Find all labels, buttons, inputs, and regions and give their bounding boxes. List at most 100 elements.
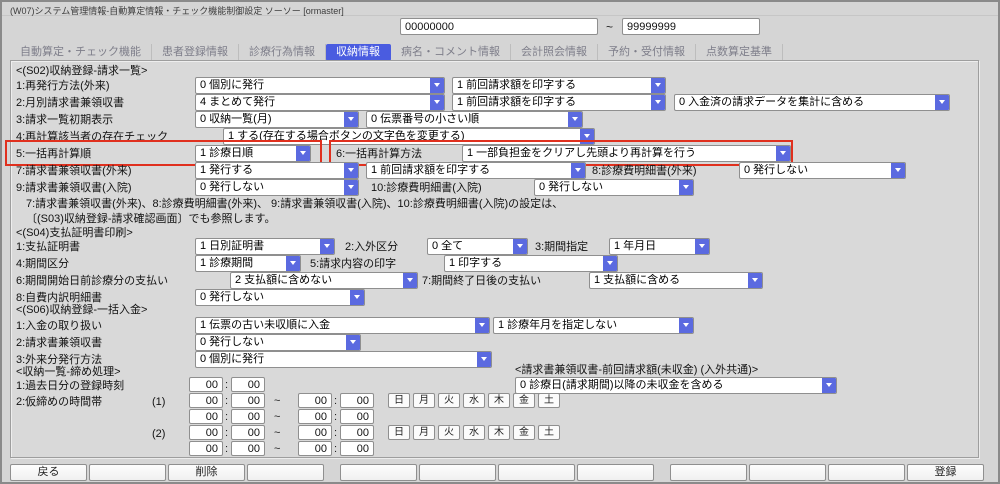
footer-button-blank[interactable] [247, 464, 324, 481]
combo-invoice-inpatient[interactable]: 0 発行しない [195, 179, 359, 196]
combo-reissue-print-prev[interactable]: 1 前回請求額を印字する [452, 77, 666, 94]
time-input-mm[interactable] [340, 393, 374, 408]
label-s04-4: 4:期間区分 [16, 257, 69, 272]
combo-include-paid-data[interactable]: 0 入金済の請求データを集計に含める [674, 94, 950, 111]
combo-period-class[interactable]: 1 診療期間 [195, 255, 301, 272]
label-s04-6: 6:期間開始日前診療分の支払い [16, 274, 168, 289]
day-button-thu[interactable]: 木 [488, 425, 510, 440]
combo-value: 1 前回請求額を印字する [457, 79, 648, 92]
time-input-mm[interactable] [231, 441, 265, 456]
section-title-closing: <収納一覧-締め処理> [16, 365, 121, 380]
day-button-wed[interactable]: 水 [463, 425, 485, 440]
footer-button-blank[interactable] [577, 464, 654, 481]
combo-value: 1 前回請求額を印字する [371, 164, 568, 177]
combo-payment-before-start[interactable]: 2 支払額に含めない [230, 272, 418, 289]
register-button[interactable]: 登録 [907, 464, 984, 481]
time-input-mm[interactable] [231, 425, 265, 440]
combo-monthly-print-prev[interactable]: 1 前回請求額を印字する [452, 94, 666, 111]
tab-medical-act[interactable]: 診療行為情報 [239, 44, 326, 61]
combo-value: 0 収納一覧(月) [200, 113, 341, 126]
day-button-tue[interactable]: 火 [438, 393, 460, 408]
time-input-mm[interactable] [231, 409, 265, 424]
combo-slip-order[interactable]: 0 伝票番号の小さい順 [366, 111, 583, 128]
tab-disease-comment[interactable]: 病名・コメント情報 [391, 44, 511, 61]
time-input-mm[interactable] [340, 425, 374, 440]
time-input-hh[interactable] [189, 425, 223, 440]
combo-outpatient-issue-method[interactable]: 0 個別に発行 [195, 351, 492, 368]
footer-button-blank[interactable] [749, 464, 826, 481]
time-input-mm[interactable] [340, 441, 374, 456]
chevron-down-icon [344, 179, 359, 196]
range-tilde: ~ [274, 443, 280, 455]
label-s02-9: 9:請求書兼領収書(入院) [16, 181, 132, 196]
time-input-mm[interactable] [231, 377, 265, 392]
footer-button-blank[interactable] [828, 464, 905, 481]
combo-self-pay-detail[interactable]: 0 発行しない [195, 289, 365, 306]
combo-invoice-outpatient[interactable]: 1 発行する [195, 162, 359, 179]
day-button-thu[interactable]: 木 [488, 393, 510, 408]
combo-s06-invoice[interactable]: 0 発行しない [195, 334, 361, 351]
time-colon: : [225, 427, 228, 439]
combo-batch-recalc-order[interactable]: 1 診療日順 [195, 145, 311, 162]
combo-payment-cert[interactable]: 1 日別証明書 [195, 238, 335, 255]
tab-reservation[interactable]: 予約・受付情報 [598, 44, 696, 61]
combo-deposit-handling[interactable]: 1 伝票の古い未収順に入金 [195, 317, 490, 334]
chevron-down-icon [571, 162, 586, 179]
time-input-hh[interactable] [189, 377, 223, 392]
time-input-hh[interactable] [189, 441, 223, 456]
day-button-mon[interactable]: 月 [413, 425, 435, 440]
label-s02-6: 6:一括再計算方法 [336, 147, 422, 162]
delete-button[interactable]: 削除 [168, 464, 245, 481]
day-button-wed[interactable]: 水 [463, 393, 485, 408]
combo-period-spec[interactable]: 1 年月日 [609, 238, 710, 255]
day-button-sun[interactable]: 日 [388, 393, 410, 408]
combo-payment-after-end[interactable]: 1 支払額に含める [589, 272, 763, 289]
day-button-sat[interactable]: 土 [538, 393, 560, 408]
chevron-down-icon [679, 317, 694, 334]
tab-patient-reg[interactable]: 患者登録情報 [152, 44, 239, 61]
combo-value: 0 発行しない [200, 291, 347, 304]
day-button-fri[interactable]: 金 [513, 425, 535, 440]
time-input-hh[interactable] [298, 441, 332, 456]
combo-detail-outpatient[interactable]: 0 発行しない [739, 162, 906, 179]
combo-inout-class[interactable]: 0 全て [427, 238, 528, 255]
day-button-tue[interactable]: 火 [438, 425, 460, 440]
tab-account-inquiry[interactable]: 会計照会情報 [511, 44, 598, 61]
day-button-fri[interactable]: 金 [513, 393, 535, 408]
time-input-hh[interactable] [298, 393, 332, 408]
footer-button-blank[interactable] [419, 464, 496, 481]
back-button[interactable]: 戻る [10, 464, 87, 481]
section-title-prev-claim: <請求書兼領収書-前回請求額(未収金) (入外共通)> [515, 363, 758, 378]
tab-payment-info[interactable]: 収納情報 [326, 44, 391, 61]
range-from-input[interactable] [400, 18, 598, 35]
time-input-mm[interactable] [231, 393, 265, 408]
tab-auto-calc[interactable]: 自動算定・チェック機能 [10, 44, 152, 61]
footer-button-blank[interactable] [670, 464, 747, 481]
chevron-down-icon [679, 179, 694, 196]
day-button-sun[interactable]: 日 [388, 425, 410, 440]
time-colon: : [225, 411, 228, 423]
combo-monthly-invoice[interactable]: 4 まとめて発行 [195, 94, 445, 111]
day-button-mon[interactable]: 月 [413, 393, 435, 408]
patient-range-bar: ~ [2, 17, 998, 40]
combo-list-initial-view[interactable]: 0 収納一覧(月) [195, 111, 359, 128]
footer-button-blank[interactable] [498, 464, 575, 481]
combo-print-claim-content[interactable]: 1 印字する [444, 255, 618, 272]
time-input-hh[interactable] [189, 393, 223, 408]
time-input-hh[interactable] [298, 409, 332, 424]
combo-treatment-month[interactable]: 1 診療年月を指定しない [493, 317, 694, 334]
combo-prev-claim-unpaid[interactable]: 0 診療日(請求期間)以降の未収金を含める [515, 377, 837, 394]
combo-detail-inpatient[interactable]: 0 発行しない [534, 179, 694, 196]
tab-point-standard[interactable]: 点数算定基準 [696, 44, 783, 61]
footer-button-blank[interactable] [340, 464, 417, 481]
time-input-hh[interactable] [298, 425, 332, 440]
chevron-down-icon [651, 77, 666, 94]
combo-batch-recalc-method[interactable]: 1 一部負担金をクリアし先頭より再計算を行う [462, 145, 791, 162]
day-button-sat[interactable]: 土 [538, 425, 560, 440]
combo-invoice-print-prev[interactable]: 1 前回請求額を印字する [366, 162, 586, 179]
combo-reissue-method[interactable]: 0 個別に発行 [195, 77, 445, 94]
range-to-input[interactable] [622, 18, 760, 35]
time-input-hh[interactable] [189, 409, 223, 424]
footer-button-blank[interactable] [89, 464, 166, 481]
time-input-mm[interactable] [340, 409, 374, 424]
